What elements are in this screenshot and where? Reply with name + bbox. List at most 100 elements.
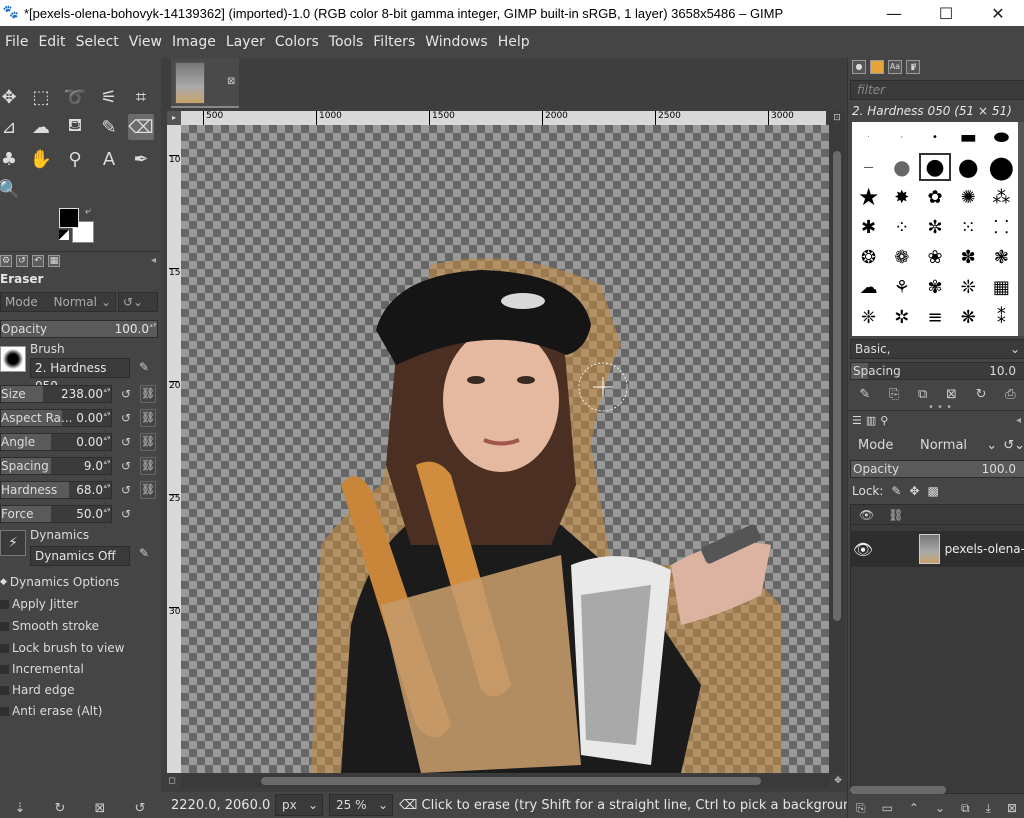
brush-item[interactable]: ✸ xyxy=(885,182,918,212)
brush-item[interactable]: · xyxy=(852,122,885,152)
vertical-scroll-thumb[interactable] xyxy=(833,151,841,621)
open-as-image-icon[interactable]: ⎙ xyxy=(1005,387,1015,402)
fonts-tab-icon[interactable]: Aa xyxy=(888,60,902,74)
brush-item[interactable]: ⁘ xyxy=(885,212,918,242)
dynamics-field[interactable]: Dynamics Off xyxy=(30,546,130,566)
spin-icon[interactable]: ▴▾ xyxy=(149,321,157,337)
menu-image[interactable]: Image xyxy=(167,34,221,50)
patterns-tab-icon[interactable] xyxy=(870,60,884,74)
duplicate-layer-icon[interactable]: ⧉ xyxy=(961,801,970,816)
zoom-tool-icon[interactable]: 🔍 xyxy=(0,176,22,202)
default-colors-icon[interactable] xyxy=(59,230,69,240)
edit-dynamics-icon[interactable]: ✎ xyxy=(136,544,152,562)
clone-tool-icon[interactable]: ♣ xyxy=(0,146,22,172)
mode-combo[interactable]: Mode Normal ⌄ xyxy=(0,292,116,312)
unit-selector[interactable]: px ⌄ xyxy=(275,794,323,816)
menu-file[interactable]: File xyxy=(0,34,33,50)
brush-name-field[interactable]: 2. Hardness 050 xyxy=(30,358,130,393)
brush-item[interactable]: ✽ xyxy=(952,242,985,272)
layers-tab-icon[interactable]: ☰ xyxy=(852,414,862,427)
panel-menu-icon[interactable]: ◂ xyxy=(911,60,916,71)
brush-item[interactable]: ⬬ xyxy=(985,122,1018,152)
delete-options-icon[interactable]: ⊠ xyxy=(95,801,106,816)
brush-item[interactable]: ❊ xyxy=(952,272,985,302)
menu-view[interactable]: View xyxy=(124,34,167,50)
brush-item[interactable]: · xyxy=(885,122,918,152)
zoom-selector[interactable]: 25 % ⌄ xyxy=(329,794,393,816)
spacing-slider[interactable]: Spacing 9.0 ▴▾ xyxy=(0,457,112,475)
images-tab-icon[interactable]: ▦ xyxy=(48,254,60,267)
fuzzy-select-icon[interactable]: ⚟ xyxy=(96,84,122,110)
brush-spacing-slider[interactable]: Spacing 10.0 xyxy=(850,362,1024,380)
eraser-tool-icon[interactable]: ⌫ xyxy=(128,114,154,140)
vertical-scrollbar[interactable]: ⊡ xyxy=(829,111,845,775)
image-tab[interactable]: ⊠ xyxy=(171,58,239,108)
menu-filters[interactable]: Filters xyxy=(368,34,420,50)
edit-brush-icon[interactable]: ✎ xyxy=(136,358,152,376)
panel-menu-icon[interactable]: ◂ xyxy=(151,255,156,266)
foreground-color-swatch[interactable] xyxy=(59,208,79,228)
brush-item[interactable]: • xyxy=(918,122,951,152)
brush-item[interactable]: ❀ xyxy=(918,242,951,272)
paths-tool-icon[interactable]: ⚲ xyxy=(62,146,88,172)
brush-item[interactable]: ★ xyxy=(852,182,885,212)
brush-item[interactable]: ⸬ xyxy=(985,212,1018,242)
brush-item[interactable]: ✺ xyxy=(952,182,985,212)
menu-colors[interactable]: Colors xyxy=(270,34,324,50)
chain-link-icon[interactable]: ⛓ xyxy=(140,409,156,427)
brush-scrollbar[interactable] xyxy=(1018,122,1024,336)
panel-menu-icon[interactable]: ◂ xyxy=(1016,415,1021,426)
layer-mode-combo[interactable]: Mode Normal ⌄ ↺⌄ xyxy=(850,434,1024,456)
dynamics-options-expander[interactable]: ◆ Dynamics Options xyxy=(0,572,119,592)
quick-mask-toggle-icon[interactable]: ◻ xyxy=(165,774,179,788)
tool-options-tab-icon[interactable]: ⚙ xyxy=(0,254,12,267)
spin-icon[interactable]: ▴▾ xyxy=(103,458,111,474)
save-options-icon[interactable]: ⇣ xyxy=(15,801,26,816)
smudge-tool-icon[interactable]: ✋ xyxy=(28,146,54,172)
reset-icon[interactable]: ↺ xyxy=(118,505,134,523)
restore-options-icon[interactable]: ↻ xyxy=(55,801,66,816)
bucket-fill-icon[interactable]: ⛾ xyxy=(62,114,88,140)
move-tool-icon[interactable]: ✥ xyxy=(0,84,22,110)
eye-icon[interactable]: 👁 xyxy=(851,540,875,559)
spin-icon[interactable]: ▴▾ xyxy=(103,506,111,522)
new-group-icon[interactable]: ▭ xyxy=(882,801,893,815)
lock-pixels-icon[interactable]: ✎ xyxy=(891,484,901,498)
new-brush-icon[interactable]: ⎘ xyxy=(889,387,899,402)
transform-tool-icon[interactable]: ⊿ xyxy=(0,114,22,140)
menu-windows[interactable]: Windows xyxy=(420,34,493,50)
chain-link-icon[interactable]: ⛓ xyxy=(140,481,156,499)
lock-alpha-icon[interactable]: ▩ xyxy=(928,484,939,498)
brush-item-selected[interactable]: ● xyxy=(918,152,951,182)
opacity-slider[interactable]: Opacity 100.0 ▴▾ xyxy=(0,320,158,338)
menu-edit[interactable]: Edit xyxy=(33,34,70,50)
mode-swap-combo[interactable]: ↺⌄ xyxy=(118,292,158,312)
delete-layer-icon[interactable]: ⊠ xyxy=(1007,801,1017,815)
apply-jitter-checkbox[interactable]: Apply Jitter xyxy=(0,594,78,614)
close-icon[interactable]: ⊠ xyxy=(227,76,235,87)
brush-item[interactable]: ✿ xyxy=(918,182,951,212)
chain-link-icon[interactable]: ⛓ xyxy=(140,433,156,451)
brush-item[interactable]: ✲ xyxy=(885,302,918,332)
reset-icon[interactable]: ↺ xyxy=(118,457,134,475)
edit-brush-icon[interactable]: ✎ xyxy=(859,387,870,402)
brush-item[interactable]: ⁂ xyxy=(985,182,1018,212)
brush-item[interactable]: — xyxy=(852,152,885,182)
close-button[interactable]: ✕ xyxy=(972,0,1024,26)
brush-item[interactable]: ❁ xyxy=(885,242,918,272)
mode-swap-icon[interactable]: ↺⌄ xyxy=(1003,438,1024,453)
brush-item[interactable]: ≡ xyxy=(918,302,951,332)
reset-icon[interactable]: ↺ xyxy=(118,481,134,499)
brush-item[interactable]: ❂ xyxy=(852,242,885,272)
text-tool-icon[interactable]: A xyxy=(96,146,122,172)
spin-icon[interactable]: ▴▾ xyxy=(103,386,111,402)
swap-colors-icon[interactable]: ⤶ xyxy=(85,206,91,217)
angle-slider[interactable]: Angle 0.00 ▴▾ xyxy=(0,433,112,451)
size-slider[interactable]: Size 238.00 ▴▾ xyxy=(0,385,112,403)
rect-select-icon[interactable]: ⬚ xyxy=(28,84,54,110)
undo-history-tab-icon[interactable]: ↶ xyxy=(32,254,44,267)
force-slider[interactable]: Force 50.0 ▴▾ xyxy=(0,505,112,523)
hardness-slider[interactable]: Hardness 68.0 ▴▾ xyxy=(0,481,112,499)
brush-item[interactable]: ☁ xyxy=(852,272,885,302)
brush-item[interactable]: ▦ xyxy=(985,272,1018,302)
